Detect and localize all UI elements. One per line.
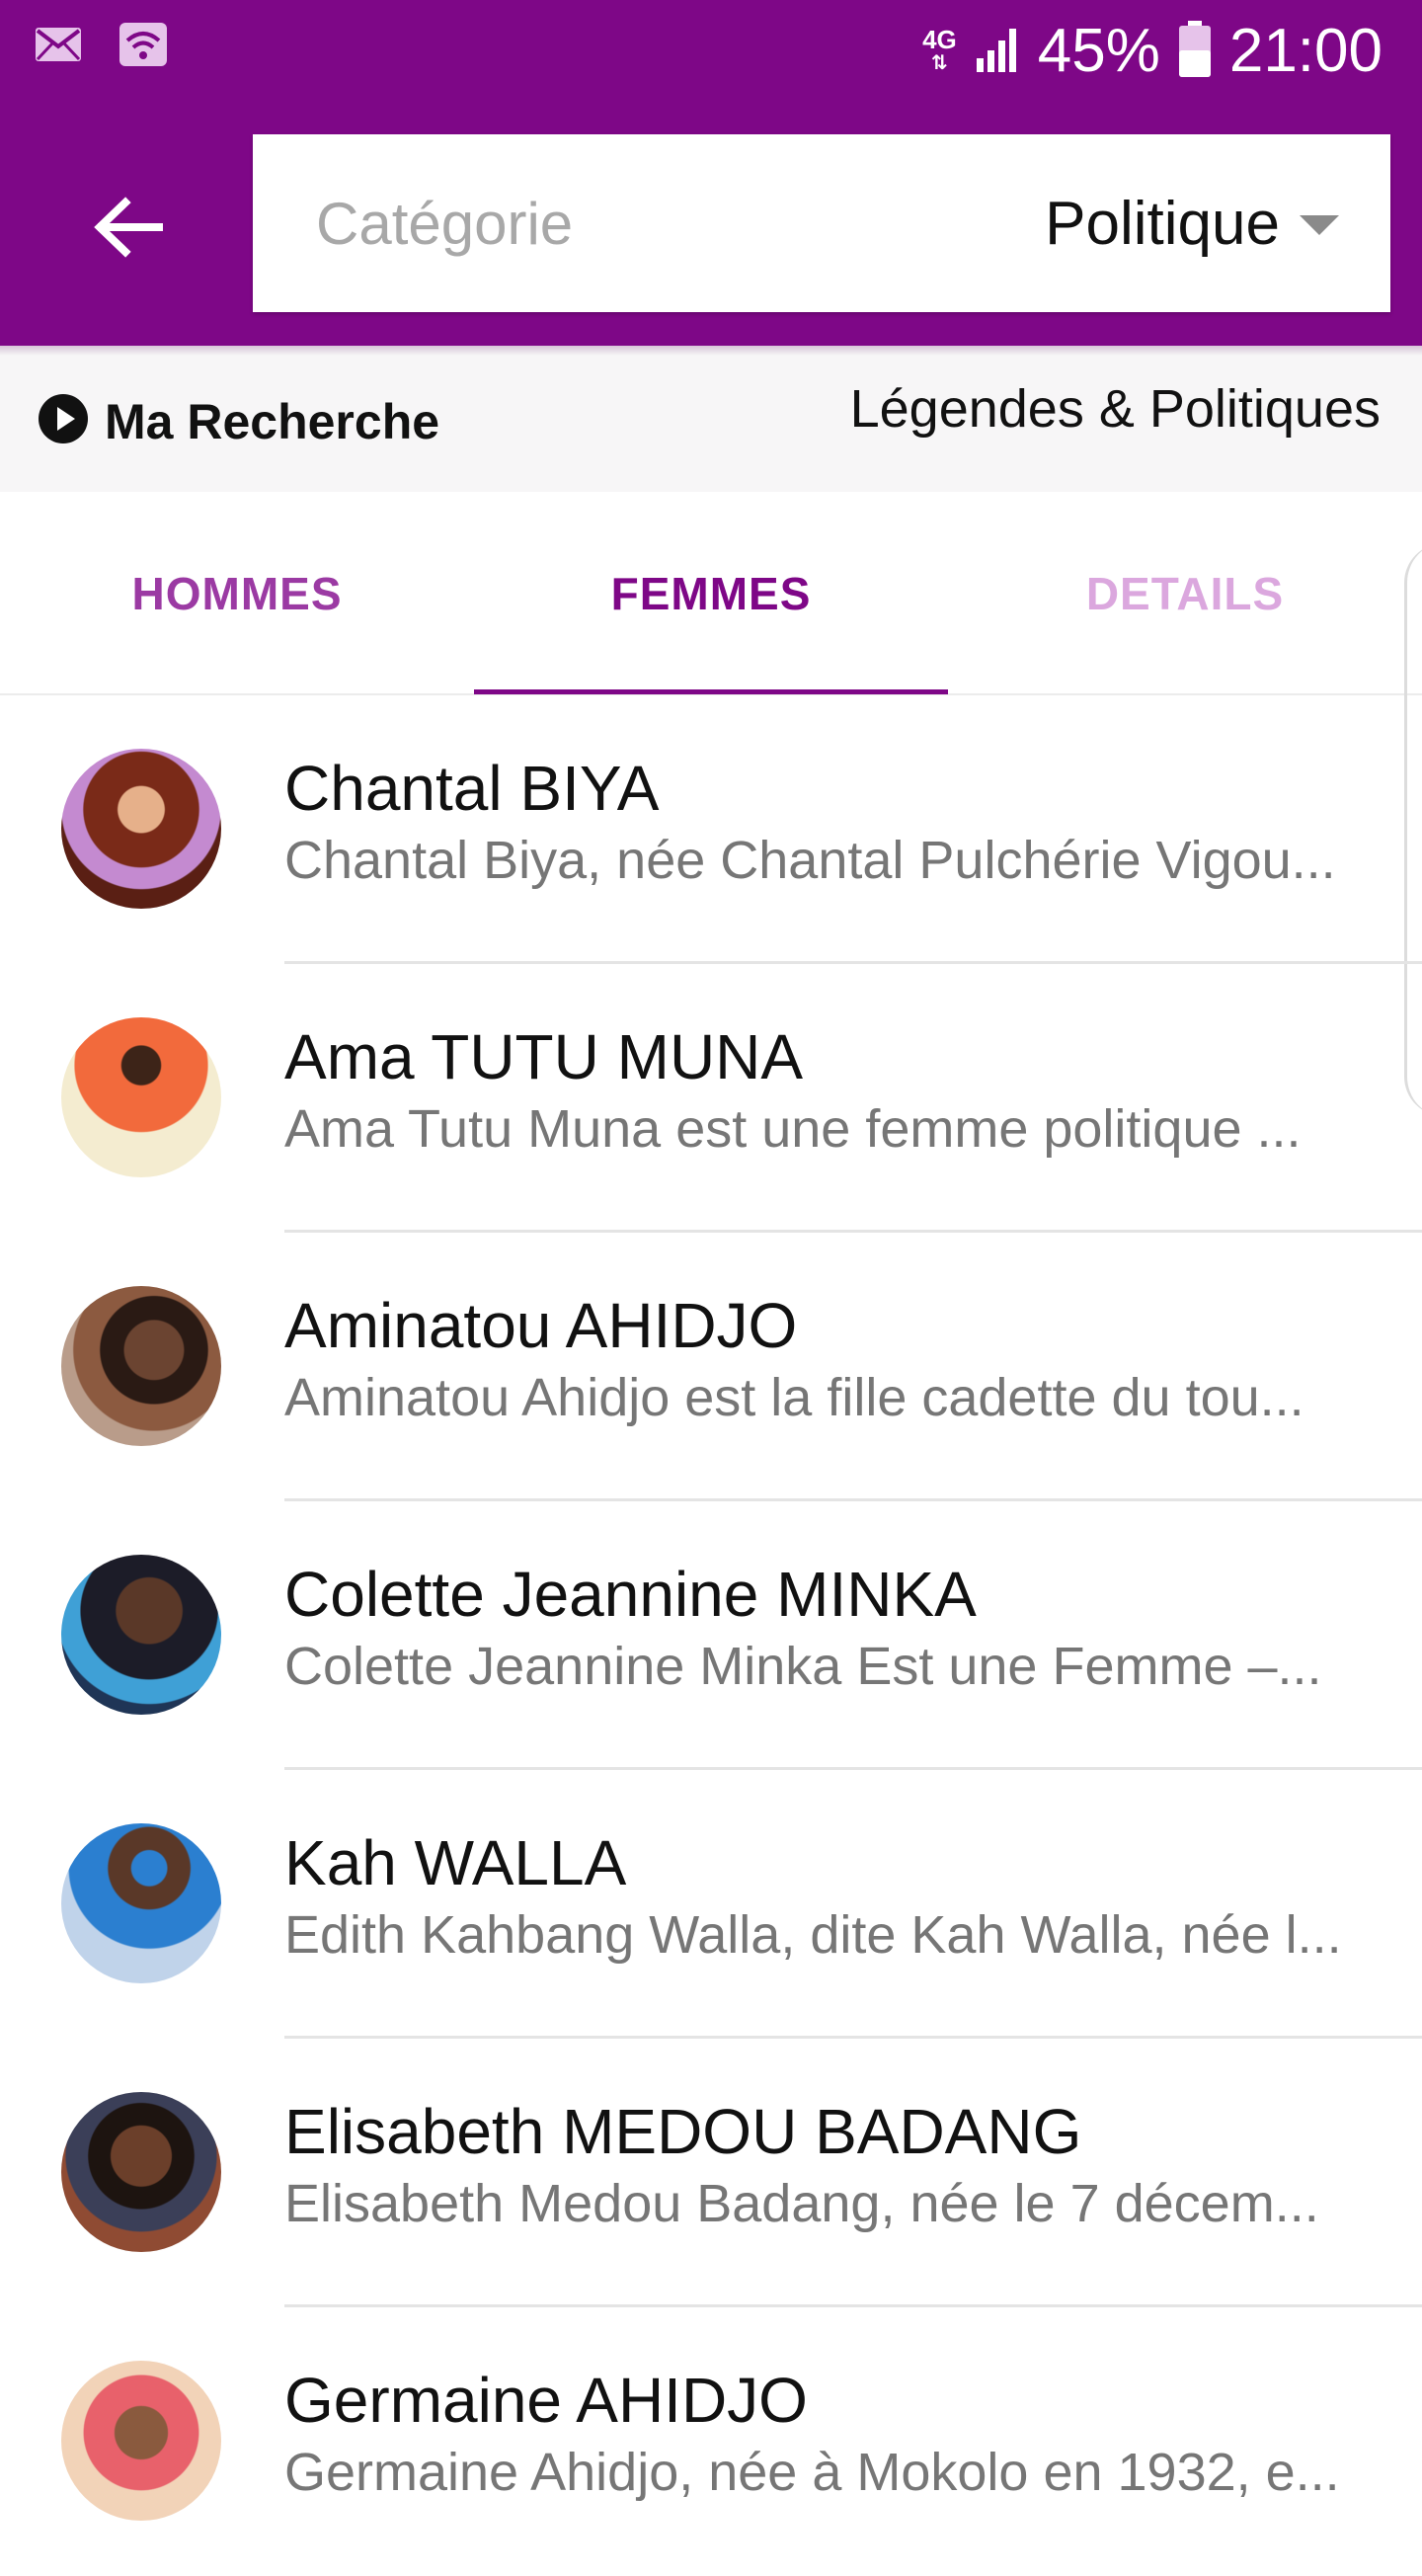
person-summary: Chantal Biya, née Chantal Pulchérie Vigo… [284,831,1336,890]
person-name: Elisabeth MEDOU BADANG [284,2096,1082,2167]
mail-icon [34,24,83,65]
play-circle-icon[interactable] [38,393,89,444]
clock: 21:00 [1228,17,1382,85]
network-type: 4G ⇅ [922,25,957,75]
list-item[interactable]: Colette Jeannine MINKA Colette Jeannine … [0,1501,1422,1770]
avatar [61,1017,221,1177]
status-bar: 4G ⇅ 45% 21:00 [0,0,1422,109]
network-type-label: 4G [922,25,957,54]
person-name: Chantal BIYA [284,753,660,824]
tab-bar: HOMMES FEMMES DETAILS [0,492,1422,695]
battery-percent: 45% [1037,17,1160,85]
category-select[interactable]: Catégorie Politique [253,134,1390,312]
avatar [61,749,221,909]
person-name: Germaine AHIDJO [284,2365,808,2436]
my-search-label[interactable]: Ma Recherche [105,393,439,450]
active-tab-indicator [474,689,948,694]
person-summary: Colette Jeannine Minka Est une Femme –..… [284,1637,1322,1696]
selected-category: Politique [1045,190,1280,258]
person-name: Ama TUTU MUNA [284,1021,804,1092]
list-item[interactable]: Ama TUTU MUNA Ama Tutu Muna est une femm… [0,964,1422,1233]
avatar [61,1823,221,1983]
back-button[interactable] [79,178,178,277]
avatar [61,2361,221,2521]
avatar [61,2092,221,2252]
person-name: Kah WALLA [284,1827,627,1898]
tab-femmes[interactable]: FEMMES [474,492,948,695]
tab-hommes[interactable]: HOMMES [0,492,474,695]
person-summary: Germaine Ahidjo, née à Mokolo en 1932, e… [284,2443,1340,2502]
arrow-left-icon [94,197,163,258]
section-title: Légendes & Politiques [849,379,1381,439]
status-bar-left [34,23,168,66]
list-item[interactable]: Aminatou AHIDJO Aminatou Ahidjo est la f… [0,1233,1422,1501]
list-item[interactable]: Elisabeth MEDOU BADANG Elisabeth Medou B… [0,2039,1422,2307]
category-placeholder: Catégorie [316,191,574,257]
people-list: Chantal BIYA Chantal Biya, née Chantal P… [0,695,1422,2576]
avatar [61,1555,221,1715]
person-summary: Ama Tutu Muna est une femme politique ..… [284,1099,1302,1159]
status-bar-right: 4G ⇅ 45% 21:00 [922,14,1382,89]
avatar [61,1286,221,1446]
list-item[interactable]: Chantal BIYA Chantal Biya, née Chantal P… [0,695,1422,964]
caret-down-icon [1300,215,1339,235]
list-item[interactable]: Kah WALLA Edith Kahbang Walla, dite Kah … [0,1770,1422,2039]
signal-icon [975,25,1020,79]
app-bar-shadow [0,346,1422,356]
data-arrows-icon: ⇅ [931,52,948,74]
wifi-icon [118,23,168,66]
app-bar: Catégorie Politique [0,109,1422,346]
info-bar: Ma Recherche Légendes & Politiques [0,348,1422,492]
person-summary: Aminatou Ahidjo est la fille cadette du … [284,1368,1304,1427]
person-summary: Edith Kahbang Walla, dite Kah Walla, née… [284,1905,1342,1965]
person-name: Aminatou AHIDJO [284,1290,798,1361]
tab-details[interactable]: DETAILS [948,492,1422,695]
person-summary: Elisabeth Medou Badang, née le 7 décem..… [284,2174,1319,2233]
person-name: Colette Jeannine MINKA [284,1559,977,1630]
list-item[interactable]: Germaine AHIDJO Germaine Ahidjo, née à M… [0,2307,1422,2576]
battery-icon [1178,20,1212,83]
